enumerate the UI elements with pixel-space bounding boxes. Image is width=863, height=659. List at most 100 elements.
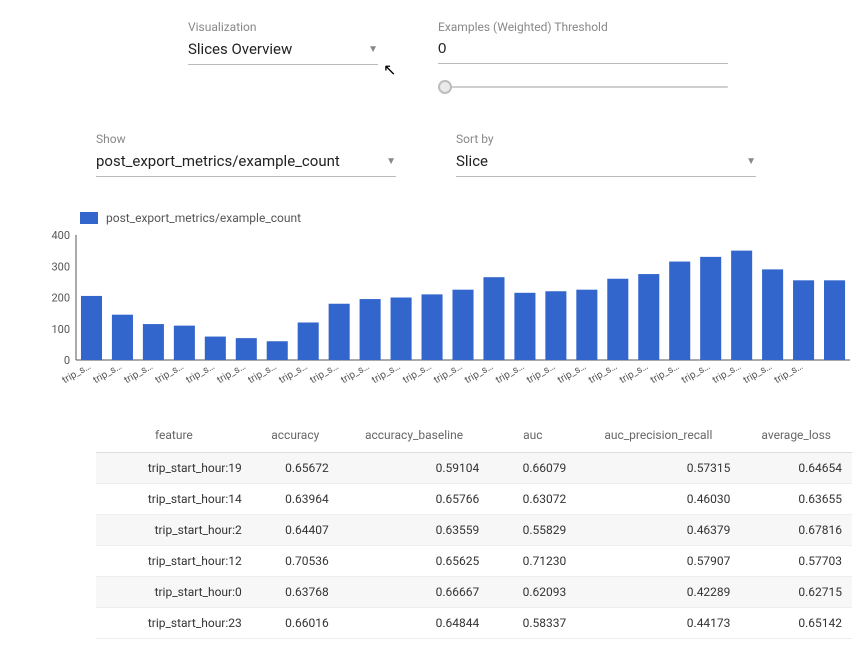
table-cell: trip_start_hour:23: [96, 608, 252, 639]
bar: [205, 337, 226, 360]
x-tick-label: trip_s…: [587, 361, 619, 386]
table-cell: 0.44173: [576, 608, 740, 639]
sortby-label: Sort by: [456, 132, 756, 146]
x-tick-label: trip_s…: [370, 361, 402, 386]
x-tick-label: trip_s…: [525, 361, 557, 386]
bar: [700, 257, 721, 360]
chevron-down-icon: ▼: [746, 156, 756, 167]
table-row: trip_start_hour:20.644070.635590.558290.…: [96, 515, 852, 546]
table-cell: trip_start_hour:14: [96, 484, 252, 515]
bar: [545, 291, 566, 360]
threshold-slider[interactable]: [438, 78, 728, 96]
table-cell: 0.63655: [740, 484, 852, 515]
slider-track: [438, 86, 728, 88]
table-cell: trip_start_hour:2: [96, 515, 252, 546]
table-cell: 0.66016: [252, 608, 339, 639]
bar-chart-svg: 0100200300400trip_s…trip_s…trip_s…trip_s…: [36, 229, 856, 404]
bar: [483, 277, 504, 360]
y-tick-label: 300: [51, 260, 70, 273]
bar: [514, 293, 535, 360]
column-header[interactable]: auc: [489, 418, 576, 453]
bar: [298, 323, 319, 361]
x-tick-label: trip_s…: [122, 361, 154, 386]
table-cell: 0.64407: [252, 515, 339, 546]
legend-label: post_export_metrics/example_count: [106, 211, 301, 225]
y-tick-label: 0: [64, 354, 70, 367]
chart: post_export_metrics/example_count 0 100 20…: [36, 211, 845, 404]
bar: [391, 298, 412, 361]
table-cell: 0.57315: [576, 453, 740, 484]
visualization-value: Slices Overview: [188, 40, 292, 58]
table-row: trip_start_hour:140.639640.657660.630720…: [96, 484, 852, 515]
table-row: trip_start_hour:120.705360.656250.712300…: [96, 546, 852, 577]
bar: [360, 299, 381, 360]
threshold-input[interactable]: [438, 38, 728, 64]
table-cell: 0.57907: [576, 546, 740, 577]
column-header[interactable]: accuracy: [252, 418, 339, 453]
visualization-label: Visualization: [188, 20, 378, 34]
y-tick-label: 200: [51, 292, 70, 305]
bar: [112, 315, 133, 360]
legend-swatch: [80, 212, 98, 224]
y-tick-label: 400: [51, 229, 70, 242]
x-tick-label: trip_s…: [680, 361, 712, 386]
table-row: trip_start_hour:00.637680.666670.620930.…: [96, 577, 852, 608]
chevron-down-icon: ▼: [368, 44, 378, 55]
table-row: trip_start_hour:190.656720.591040.660790…: [96, 453, 852, 484]
table-cell: 0.63768: [252, 577, 339, 608]
bar: [236, 338, 257, 360]
metrics-table: featureaccuracyaccuracy_baselineaucauc_p…: [96, 418, 852, 639]
table-cell: 0.62715: [740, 577, 852, 608]
x-tick-label: trip_s…: [649, 361, 681, 386]
bar: [607, 279, 628, 360]
table-cell: trip_start_hour:0: [96, 577, 252, 608]
bar: [638, 274, 659, 360]
bar: [576, 290, 597, 360]
x-tick-label: trip_s…: [494, 361, 526, 386]
table-cell: trip_start_hour:12: [96, 546, 252, 577]
bar: [422, 294, 443, 360]
bar: [793, 280, 814, 360]
x-tick-label: trip_s…: [246, 361, 278, 386]
bar: [669, 262, 690, 360]
table-cell: 0.63072: [489, 484, 576, 515]
table-cell: 0.55829: [489, 515, 576, 546]
show-select[interactable]: post_export_metrics/example_count ▼: [96, 150, 396, 177]
x-tick-label: trip_s…: [153, 361, 185, 386]
x-tick-label: trip_s…: [463, 361, 495, 386]
bar: [81, 296, 102, 360]
table-cell: 0.71230: [489, 546, 576, 577]
table-cell: 0.46379: [576, 515, 740, 546]
column-header[interactable]: auc_precision_recall: [576, 418, 740, 453]
table-cell: 0.65672: [252, 453, 339, 484]
bar: [824, 280, 845, 360]
table-cell: 0.63559: [339, 515, 490, 546]
table-cell: 0.63964: [252, 484, 339, 515]
bar: [174, 326, 195, 360]
x-tick-label: trip_s…: [773, 361, 805, 386]
table-cell: 0.46030: [576, 484, 740, 515]
table-cell: 0.65766: [339, 484, 490, 515]
sortby-value: Slice: [456, 152, 488, 170]
visualization-select[interactable]: Slices Overview ▼: [188, 38, 378, 65]
column-header[interactable]: accuracy_baseline: [339, 418, 490, 453]
column-header[interactable]: feature: [96, 418, 252, 453]
x-tick-label: trip_s…: [618, 361, 650, 386]
y-tick-label: 100: [51, 323, 70, 336]
x-tick-label: trip_s…: [401, 361, 433, 386]
bar: [452, 290, 473, 360]
bar: [762, 269, 783, 360]
chart-legend: post_export_metrics/example_count: [80, 211, 845, 225]
table-row: trip_start_hour:230.660160.648440.583370…: [96, 608, 852, 639]
table-cell: 0.66667: [339, 577, 490, 608]
sortby-select[interactable]: Slice ▼: [456, 150, 756, 177]
bar: [143, 324, 164, 360]
slider-thumb[interactable]: [438, 80, 452, 94]
x-tick-label: trip_s…: [556, 361, 588, 386]
show-value: post_export_metrics/example_count: [96, 152, 340, 170]
table-cell: 0.57703: [740, 546, 852, 577]
column-header[interactable]: average_loss: [740, 418, 852, 453]
table-cell: 0.67816: [740, 515, 852, 546]
table-cell: 0.64654: [740, 453, 852, 484]
show-label: Show: [96, 132, 396, 146]
